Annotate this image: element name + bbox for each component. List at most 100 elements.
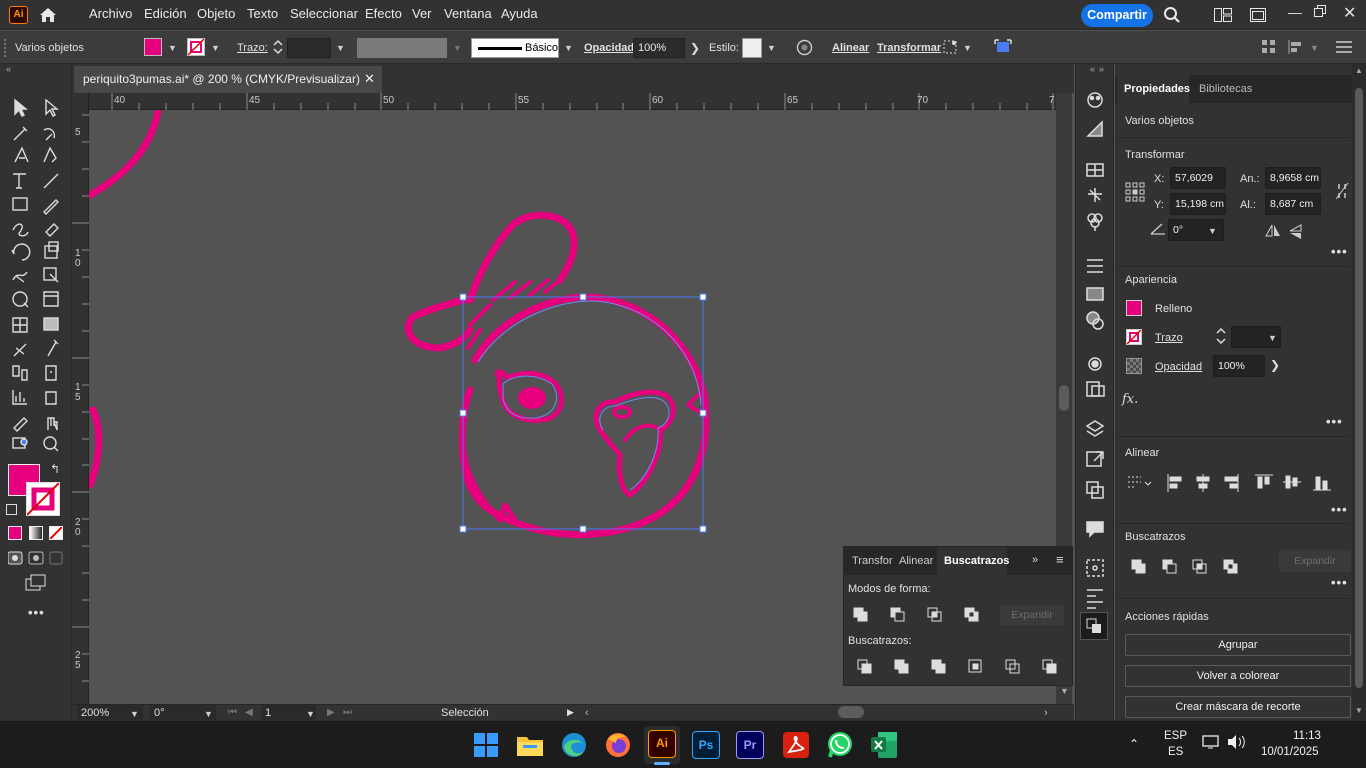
collapse-toolbar-icon[interactable]: « [6,64,11,74]
pathfinder-buttons[interactable] [857,659,1063,675]
rotate-chevron-icon[interactable]: ▼ [1208,226,1217,236]
fx-icon[interactable]: fx. [1122,392,1138,407]
menu-seleccionar[interactable]: Seleccionar [290,6,358,21]
appearance-stroke-chevron-icon[interactable]: ▼ [1268,333,1277,343]
screen-mode-icon[interactable] [25,574,47,592]
fill-swatch[interactable] [144,38,162,56]
collapse-panel-icon[interactable]: » [1032,554,1038,566]
stroke-label[interactable]: Trazo [1155,332,1183,344]
puppet-warp-icon[interactable] [941,38,959,56]
swap-fill-stroke-icon[interactable]: ↰ [50,462,60,476]
artboard-chevron-icon[interactable]: ▼ [306,709,315,719]
volume-icon[interactable] [1226,734,1246,750]
align-link[interactable]: Alinear [832,42,869,54]
recolor-icon[interactable] [796,39,813,56]
menu-efecto[interactable]: Efecto [365,6,402,21]
tray-overflow-icon[interactable]: ⌃ [1129,737,1139,751]
shape-modes-buttons[interactable] [853,607,983,623]
appearance-stroke-swatch[interactable] [1126,329,1142,345]
windows-start-icon[interactable] [470,729,502,761]
illustrator-logo-icon[interactable]: Ai [9,6,28,24]
panel-menu-icon[interactable]: ≡ [1056,552,1064,567]
panel-icons[interactable] [1084,90,1106,640]
premiere-icon[interactable]: Pr [736,731,764,759]
scroll-right-icon[interactable]: › [1044,707,1048,719]
appearance-opacity-input[interactable]: 100% [1213,355,1265,377]
artboard-number[interactable]: 1 [265,707,271,719]
tab-properties[interactable]: Propiedades [1124,83,1190,95]
tab-transform[interactable]: Transfor [852,555,893,567]
recolor-button[interactable]: Volver a colorear [1125,665,1351,687]
home-icon[interactable] [38,6,58,24]
horizontal-scroll-thumb[interactable] [838,706,864,718]
clipping-mask-button[interactable]: Crear máscara de recorte [1125,696,1351,718]
tab-libraries[interactable]: Bibliotecas [1199,83,1252,95]
next-artboard-icon[interactable]: ▶ [327,707,335,718]
network-icon[interactable] [1202,734,1220,750]
collapse-panels-icon[interactable]: » [1099,64,1104,74]
pathfinder-expand-button[interactable]: Expandir [1000,605,1064,625]
minimize-icon[interactable]: — [1288,4,1302,20]
clock-date[interactable]: 10/01/2025 [1261,746,1319,758]
search-icon[interactable] [1163,6,1181,24]
scroll-left-icon[interactable]: ‹ [585,707,589,719]
grip-handle[interactable] [4,39,8,57]
menu-objeto[interactable]: Objeto [197,6,235,21]
edit-toolbar-icon[interactable]: ••• [28,605,45,620]
close-tab-icon[interactable]: ✕ [364,71,375,87]
draw-mode-icons[interactable] [8,550,64,566]
zoom-value[interactable]: 200% [81,707,109,719]
x-input[interactable]: 57,6029 cm [1170,167,1226,204]
panel-options-grid-icon[interactable] [1262,40,1276,54]
rotation-chevron-icon[interactable]: ▼ [204,709,213,719]
opacity-expand-icon[interactable]: ❯ [690,41,700,55]
arrange-icon[interactable] [993,38,1013,56]
menu-texto[interactable]: Texto [247,6,278,21]
stroke-weight-stepper-icon[interactable] [1215,326,1227,346]
illustrator-taskbar-icon[interactable]: Ai [648,730,676,758]
properties-expand-button[interactable]: Expandir [1279,550,1351,572]
props-scroll-up-icon[interactable]: ▲ [1355,66,1363,75]
appearance-fill-swatch[interactable] [1126,300,1142,316]
stroke-stepper-icon[interactable] [271,37,285,57]
opacity-input[interactable]: 100% [633,38,685,58]
gradient-mode-icon[interactable] [29,526,43,540]
share-button[interactable]: Compartir [1081,4,1153,27]
excel-icon[interactable] [868,729,900,761]
stroke-weight-input[interactable] [287,38,331,58]
last-artboard-icon[interactable]: ⏭ [343,707,352,718]
align-more-icon[interactable]: ••• [1331,502,1348,517]
height-input[interactable]: 8,687 cm [1265,193,1321,215]
document-tab-title[interactable]: periquito3pumas.ai* @ 200 % (CMYK/Previs… [83,72,360,86]
pathfinder-panel-icon[interactable] [1080,612,1108,640]
status-menu-icon[interactable]: ▶ [567,707,574,718]
align-options-chevron-icon[interactable]: ▼ [1310,43,1319,53]
color-mode-icon[interactable] [8,526,22,540]
profile-chevron-icon[interactable]: ▼ [453,43,462,53]
menu-ayuda[interactable]: Ayuda [501,6,538,21]
close-window-icon[interactable]: ✕ [1343,3,1356,23]
edge-browser-icon[interactable] [558,729,590,761]
transform-link[interactable]: Transformar [877,42,941,54]
firefox-icon[interactable] [602,729,634,761]
acrobat-icon[interactable] [780,729,812,761]
brush-chevron-icon[interactable]: ▼ [564,43,573,53]
properties-scrollbar[interactable]: ▲ ▼ [1352,64,1366,720]
menu-edicion[interactable]: Edición [144,6,187,21]
group-button[interactable]: Agrupar [1125,634,1351,656]
style-chevron-icon[interactable]: ▼ [767,43,776,53]
brush-definition[interactable]: Básico [471,38,559,58]
opacity-label[interactable]: Opacidad: [584,42,638,54]
zoom-chevron-icon[interactable]: ▼ [130,709,139,719]
more-options-icon[interactable] [1336,40,1352,54]
properties-pathfinder-buttons[interactable] [1131,559,1241,575]
y-input[interactable]: 15,198 cm [1170,193,1226,215]
warp-chevron-icon[interactable]: ▼ [963,43,972,53]
tab-pathfinder[interactable]: Buscatrazos [944,555,1009,567]
stroke-swatch[interactable] [187,38,205,56]
arrange-documents-icon[interactable] [1250,8,1266,22]
flip-horizontal-icon[interactable] [1265,224,1281,238]
expand-panels-icon[interactable]: « [1090,64,1095,74]
stroke-dropdown-chevron-icon[interactable]: ▼ [211,43,220,53]
horizontal-ruler[interactable] [88,93,1056,110]
